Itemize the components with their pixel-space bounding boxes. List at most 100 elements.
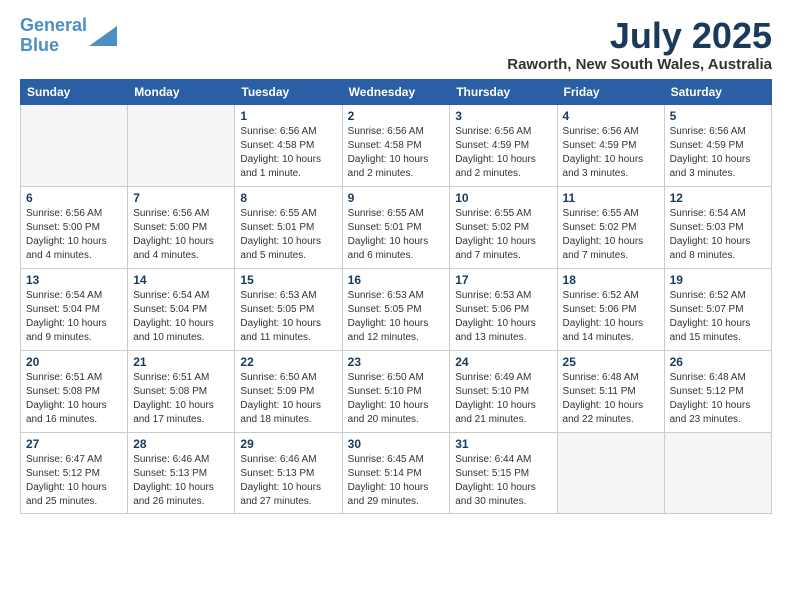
day-number: 9	[348, 191, 445, 205]
day-number: 20	[26, 355, 122, 369]
day-number: 4	[563, 109, 659, 123]
table-row: 31 Sunrise: 6:44 AM Sunset: 5:15 PM Dayli…	[450, 432, 557, 513]
day-number: 26	[670, 355, 766, 369]
table-row: 2Sunrise: 6:56 AM Sunset: 4:58 PM Daylig…	[342, 104, 450, 186]
day-number: 13	[26, 273, 122, 287]
day-info: Sunrise: 6:46 AM Sunset: 5:13 PM Dayligh…	[133, 453, 229, 509]
col-sunday: Sunday	[21, 79, 128, 104]
month-title: July 2025	[507, 16, 772, 56]
table-row: 18 Sunrise: 6:52 AM Sunset: 5:06 PM Dayli…	[557, 268, 664, 350]
day-info: Sunrise: 6:55 AM Sunset: 5:02 PM Dayligh…	[563, 207, 659, 263]
day-info: Sunrise: 6:48 AM Sunset: 5:12 PM Dayligh…	[670, 371, 766, 427]
day-number: 27	[26, 437, 122, 451]
day-info: Sunrise: 6:54 AM Sunset: 5:03 PM Dayligh…	[670, 207, 766, 263]
table-row	[21, 104, 128, 186]
day-info: Sunrise: 6:52 AM Sunset: 5:06 PM Dayligh…	[563, 289, 659, 345]
table-row: 3Sunrise: 6:56 AM Sunset: 4:59 PM Daylig…	[450, 104, 557, 186]
table-row: 7Sunrise: 6:56 AM Sunset: 5:00 PM Daylig…	[128, 186, 235, 268]
calendar: Sunday Monday Tuesday Wednesday Thursday…	[20, 79, 772, 514]
table-row: 30Sunrise: 6:45 AM Sunset: 5:14 PM Dayli…	[342, 432, 450, 513]
day-number: 28	[133, 437, 229, 451]
day-number: 16	[348, 273, 445, 287]
table-row: 24 Sunrise: 6:49 AM Sunset: 5:10 PM Dayli…	[450, 350, 557, 432]
day-number: 21	[133, 355, 229, 369]
day-number: 2	[348, 109, 445, 123]
day-number: 15	[240, 273, 336, 287]
day-number: 31	[455, 437, 551, 451]
day-info: Sunrise: 6:52 AM Sunset: 5:07 PM Dayligh…	[670, 289, 766, 345]
location: Raworth, New South Wales, Australia	[507, 56, 772, 73]
day-info: Sunrise: 6:44 AM Sunset: 5:15 PM Dayligh…	[455, 453, 551, 509]
table-row: 16 Sunrise: 6:53 AM Sunset: 5:05 PM Dayli…	[342, 268, 450, 350]
table-row	[128, 104, 235, 186]
day-info: Sunrise: 6:45 AM Sunset: 5:14 PM Dayligh…	[348, 453, 445, 509]
day-number: 29	[240, 437, 336, 451]
table-row: 27 Sunrise: 6:47 AM Sunset: 5:12 PM Dayli…	[21, 432, 128, 513]
col-friday: Friday	[557, 79, 664, 104]
day-number: 5	[670, 109, 766, 123]
table-row: 8 Sunrise: 6:55 AM Sunset: 5:01 PM Daylig…	[235, 186, 342, 268]
day-number: 1	[240, 109, 336, 123]
day-info: Sunrise: 6:53 AM Sunset: 5:05 PM Dayligh…	[348, 289, 445, 345]
table-row: 21Sunrise: 6:51 AM Sunset: 5:08 PM Dayli…	[128, 350, 235, 432]
title-block: July 2025 Raworth, New South Wales, Aust…	[507, 16, 772, 73]
page-container: General Blue July 2025 Raworth, New Sout…	[0, 0, 792, 524]
day-number: 18	[563, 273, 659, 287]
calendar-header-row: Sunday Monday Tuesday Wednesday Thursday…	[21, 79, 772, 104]
day-number: 19	[670, 273, 766, 287]
table-row: 11 Sunrise: 6:55 AM Sunset: 5:02 PM Dayli…	[557, 186, 664, 268]
day-number: 8	[240, 191, 336, 205]
col-saturday: Saturday	[664, 79, 771, 104]
day-info: Sunrise: 6:53 AM Sunset: 5:06 PM Dayligh…	[455, 289, 551, 345]
day-number: 11	[563, 191, 659, 205]
day-info: Sunrise: 6:54 AM Sunset: 5:04 PM Dayligh…	[26, 289, 122, 345]
day-info: Sunrise: 6:56 AM Sunset: 4:59 PM Dayligh…	[563, 125, 659, 181]
table-row: 15 Sunrise: 6:53 AM Sunset: 5:05 PM Dayli…	[235, 268, 342, 350]
table-row	[664, 432, 771, 513]
day-number: 17	[455, 273, 551, 287]
logo-icon	[89, 26, 117, 46]
day-number: 6	[26, 191, 122, 205]
table-row: 26 Sunrise: 6:48 AM Sunset: 5:12 PM Dayli…	[664, 350, 771, 432]
day-info: Sunrise: 6:46 AM Sunset: 5:13 PM Dayligh…	[240, 453, 336, 509]
day-info: Sunrise: 6:48 AM Sunset: 5:11 PM Dayligh…	[563, 371, 659, 427]
table-row: 14 Sunrise: 6:54 AM Sunset: 5:04 PM Dayli…	[128, 268, 235, 350]
header: General Blue July 2025 Raworth, New Sout…	[20, 16, 772, 73]
logo-text: General Blue	[20, 16, 87, 56]
table-row: 22 Sunrise: 6:50 AM Sunset: 5:09 PM Dayli…	[235, 350, 342, 432]
table-row: 20Sunrise: 6:51 AM Sunset: 5:08 PM Dayli…	[21, 350, 128, 432]
day-info: Sunrise: 6:53 AM Sunset: 5:05 PM Dayligh…	[240, 289, 336, 345]
day-info: Sunrise: 6:56 AM Sunset: 5:00 PM Dayligh…	[133, 207, 229, 263]
day-number: 22	[240, 355, 336, 369]
day-number: 24	[455, 355, 551, 369]
table-row: 4 Sunrise: 6:56 AM Sunset: 4:59 PM Daylig…	[557, 104, 664, 186]
day-number: 12	[670, 191, 766, 205]
table-row: 9 Sunrise: 6:55 AM Sunset: 5:01 PM Daylig…	[342, 186, 450, 268]
day-info: Sunrise: 6:56 AM Sunset: 4:59 PM Dayligh…	[670, 125, 766, 181]
day-number: 14	[133, 273, 229, 287]
table-row: 28 Sunrise: 6:46 AM Sunset: 5:13 PM Dayli…	[128, 432, 235, 513]
day-number: 25	[563, 355, 659, 369]
table-row: 10 Sunrise: 6:55 AM Sunset: 5:02 PM Dayli…	[450, 186, 557, 268]
logo: General Blue	[20, 16, 117, 56]
table-row: 17 Sunrise: 6:53 AM Sunset: 5:06 PM Dayli…	[450, 268, 557, 350]
day-info: Sunrise: 6:50 AM Sunset: 5:09 PM Dayligh…	[240, 371, 336, 427]
day-number: 10	[455, 191, 551, 205]
day-info: Sunrise: 6:55 AM Sunset: 5:01 PM Dayligh…	[348, 207, 445, 263]
day-info: Sunrise: 6:54 AM Sunset: 5:04 PM Dayligh…	[133, 289, 229, 345]
day-info: Sunrise: 6:49 AM Sunset: 5:10 PM Dayligh…	[455, 371, 551, 427]
col-thursday: Thursday	[450, 79, 557, 104]
day-number: 3	[455, 109, 551, 123]
day-info: Sunrise: 6:47 AM Sunset: 5:12 PM Dayligh…	[26, 453, 122, 509]
table-row: 19 Sunrise: 6:52 AM Sunset: 5:07 PM Dayli…	[664, 268, 771, 350]
day-info: Sunrise: 6:55 AM Sunset: 5:01 PM Dayligh…	[240, 207, 336, 263]
table-row: 25 Sunrise: 6:48 AM Sunset: 5:11 PM Dayli…	[557, 350, 664, 432]
day-info: Sunrise: 6:55 AM Sunset: 5:02 PM Dayligh…	[455, 207, 551, 263]
day-info: Sunrise: 6:50 AM Sunset: 5:10 PM Dayligh…	[348, 371, 445, 427]
col-tuesday: Tuesday	[235, 79, 342, 104]
table-row: 29 Sunrise: 6:46 AM Sunset: 5:13 PM Dayli…	[235, 432, 342, 513]
table-row: 13 Sunrise: 6:54 AM Sunset: 5:04 PM Dayli…	[21, 268, 128, 350]
table-row: 6Sunrise: 6:56 AM Sunset: 5:00 PM Daylig…	[21, 186, 128, 268]
day-number: 23	[348, 355, 445, 369]
table-row: 1Sunrise: 6:56 AM Sunset: 4:58 PM Daylig…	[235, 104, 342, 186]
